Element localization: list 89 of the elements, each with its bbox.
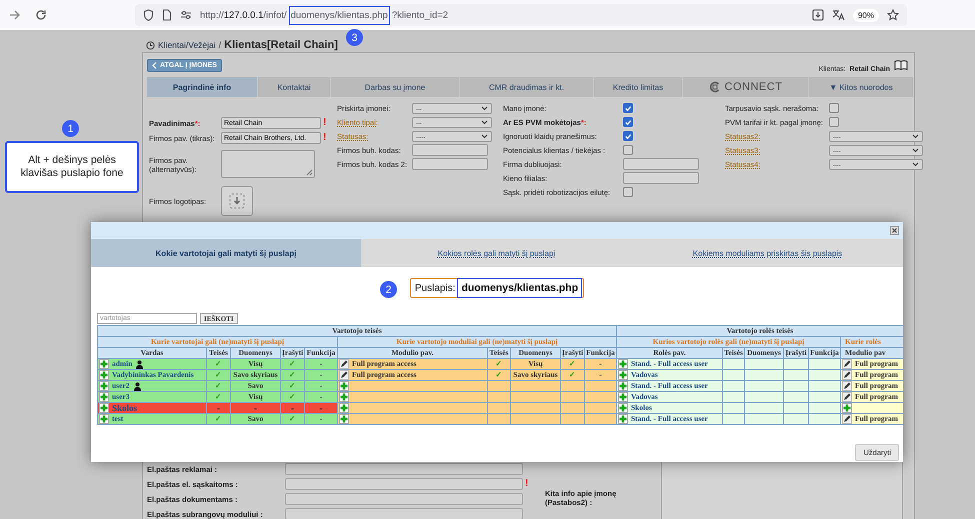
zoom-level[interactable]: 90%	[852, 8, 879, 22]
tab[interactable]: Kokie vartotojai gali matyti šį puslapį	[91, 239, 361, 267]
step-badge: 3	[346, 29, 363, 46]
tab[interactable]: Darbas su įmone	[331, 77, 460, 97]
person-icon	[135, 360, 144, 368]
input-field[interactable]	[412, 144, 488, 156]
add-icon[interactable]	[618, 392, 628, 402]
input-field[interactable]	[285, 508, 523, 519]
checkbox[interactable]	[623, 117, 633, 127]
input-field[interactable]	[623, 172, 699, 184]
tab[interactable]: Kredito limitas	[594, 77, 683, 97]
caret-icon	[481, 120, 488, 124]
shield-icon[interactable]	[143, 9, 154, 21]
add-icon[interactable]	[339, 414, 349, 424]
tab[interactable]: Kontaktai	[258, 77, 331, 97]
close-icon[interactable]	[890, 226, 899, 235]
pencil-icon[interactable]	[842, 382, 852, 390]
pencil-icon[interactable]	[842, 360, 852, 368]
breadcrumb-link[interactable]: Klientai/Vežėjai	[158, 40, 216, 50]
add-icon[interactable]	[618, 360, 628, 368]
input-field[interactable]	[285, 478, 523, 490]
checkbox[interactable]	[623, 145, 633, 155]
error-mark: !	[323, 118, 326, 128]
upload-button[interactable]	[221, 186, 253, 216]
caret-icon	[912, 162, 919, 166]
annotation-note: Alt + dešinys pelės klavišas puslapio fone	[5, 141, 139, 193]
url-text: http://	[200, 10, 224, 20]
checkbox[interactable]	[623, 131, 633, 141]
page-path: duomenys/klientas.php	[458, 279, 582, 297]
pencil-icon[interactable]	[842, 392, 852, 402]
url-text: ?kliento_id=2	[392, 10, 448, 20]
add-icon[interactable]	[339, 404, 349, 412]
download-icon[interactable]	[812, 9, 824, 21]
translate-icon[interactable]	[832, 9, 845, 21]
url-text: /infot/	[263, 10, 287, 20]
logo-icon	[708, 81, 721, 93]
permissions-icon[interactable]	[180, 9, 192, 21]
url-text: 127.0.0.1	[224, 10, 264, 20]
add-icon[interactable]	[99, 414, 109, 424]
add-icon[interactable]	[99, 382, 109, 390]
step-badge: 1	[62, 120, 79, 137]
tab[interactable]: CONNECT	[683, 77, 809, 97]
add-icon[interactable]	[618, 404, 628, 412]
book-icon[interactable]	[894, 60, 908, 70]
resize-grip-icon	[306, 169, 313, 176]
tab[interactable]: Kokios rolės gali matyti šį puslapį	[361, 239, 632, 267]
address-bar[interactable]: http://127.0.0.1/infot/ duomenys/klientas.php ?kliento_id=2 90%	[135, 4, 907, 26]
add-icon[interactable]	[99, 392, 109, 402]
page-label: Puslapis:	[414, 282, 456, 294]
error-mark: !	[525, 479, 528, 489]
caret-icon	[481, 134, 488, 138]
add-icon[interactable]	[339, 392, 349, 402]
bookmark-star-icon[interactable]	[887, 9, 899, 21]
checkbox[interactable]	[829, 103, 839, 113]
page-icon[interactable]	[162, 9, 172, 21]
page-title: Klientas[Retail Chain]	[224, 39, 338, 51]
chevron-icon	[152, 62, 157, 68]
breadcrumb-separator: /	[218, 40, 222, 50]
add-icon[interactable]	[99, 404, 109, 412]
checkbox[interactable]	[829, 117, 839, 127]
input-field[interactable]	[285, 493, 523, 505]
tab[interactable]: CMR draudimas ir kt.	[460, 77, 594, 97]
tab[interactable]: Pagrindinė info	[147, 77, 258, 97]
history-icon	[146, 40, 155, 50]
checkbox[interactable]	[623, 187, 633, 197]
tab[interactable]: Kokiems moduliams priskirtas šis puslapis	[632, 239, 903, 267]
highlighted-url-path: duomenys/klientas.php	[288, 6, 390, 24]
input-field[interactable]	[412, 158, 488, 170]
caret-icon	[912, 148, 919, 152]
caret-icon	[481, 106, 488, 110]
add-icon[interactable]	[99, 370, 109, 380]
add-icon[interactable]	[618, 382, 628, 390]
pencil-icon[interactable]	[339, 370, 349, 380]
tab[interactable]: ▼ Kitos nuorodos	[809, 77, 914, 97]
caret-icon	[912, 134, 919, 138]
checkbox[interactable]	[623, 103, 633, 113]
error-mark: !	[323, 133, 326, 143]
input-field[interactable]	[285, 463, 523, 475]
add-icon[interactable]	[618, 370, 628, 380]
add-icon[interactable]	[99, 360, 109, 368]
reload-icon[interactable]	[35, 9, 47, 21]
input-field[interactable]	[623, 158, 699, 170]
pencil-icon[interactable]	[842, 414, 852, 424]
text-area[interactable]	[221, 150, 315, 178]
pencil-icon[interactable]	[339, 360, 349, 368]
pencil-icon[interactable]	[842, 370, 852, 380]
add-icon[interactable]	[618, 414, 628, 424]
forward-icon[interactable]	[9, 9, 21, 21]
person-icon	[132, 382, 142, 390]
